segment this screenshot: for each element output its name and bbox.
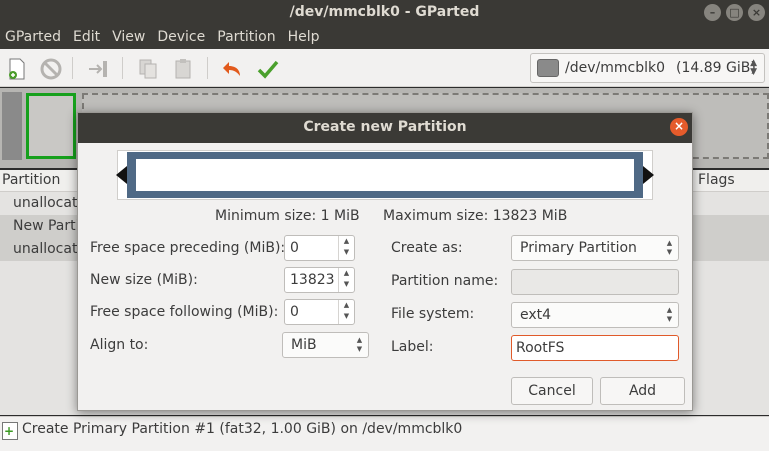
status-text: Create Primary Partition #1 (fat32, 1.00… xyxy=(22,421,463,437)
toolbar-separator xyxy=(122,57,123,79)
free-preceding-value: 0 xyxy=(290,240,299,256)
spinner-arrows-icon[interactable]: ▲ ▼ xyxy=(338,236,354,260)
align-to-value: MiB xyxy=(291,337,317,353)
window-titlebar: /dev/mmcblk0 - GParted – □ × xyxy=(0,0,769,26)
column-partition[interactable]: Partition xyxy=(2,172,60,188)
device-size: (14.89 GiB) xyxy=(676,60,756,76)
updown-arrows-icon: ▲ ▼ xyxy=(356,336,363,353)
pending-operation-icon xyxy=(2,422,18,440)
updown-arrows-icon: ▲ ▼ xyxy=(666,239,673,256)
create-as-select[interactable]: Primary Partition ▲ ▼ xyxy=(511,235,679,261)
minimize-button[interactable]: – xyxy=(704,4,721,21)
partition-size-bar[interactable] xyxy=(127,152,643,198)
file-system-value: ext4 xyxy=(520,307,552,323)
menubar: GParted Edit View Device Partition Help xyxy=(0,26,769,49)
apply-icon[interactable] xyxy=(256,57,280,81)
harddisk-icon xyxy=(537,59,559,77)
updown-arrows-icon: ▲ ▼ xyxy=(666,306,673,323)
new-size-value: 13823 xyxy=(290,272,335,288)
statusbar: Create Primary Partition #1 (fat32, 1.00… xyxy=(0,416,769,451)
label-field-label: Label: xyxy=(391,339,434,355)
menu-gparted[interactable]: GParted xyxy=(0,26,68,49)
label-value: RootFS xyxy=(516,340,565,356)
disk-segment[interactable] xyxy=(2,92,22,160)
label-field[interactable]: RootFS xyxy=(511,335,679,361)
menu-help[interactable]: Help xyxy=(283,26,327,49)
align-to-label: Align to: xyxy=(90,337,149,353)
dialog-titlebar: Create new Partition × xyxy=(78,113,692,143)
partition-resizer[interactable] xyxy=(116,150,654,200)
minimum-size-label: Minimum size: 1 MiB xyxy=(215,208,360,224)
free-preceding-label: Free space preceding (MiB): xyxy=(90,240,286,256)
window-title: /dev/mmcblk0 - GParted xyxy=(289,4,480,20)
undo-icon[interactable] xyxy=(220,57,244,81)
new-partition-segment[interactable] xyxy=(26,93,76,159)
dialog-close-icon[interactable]: × xyxy=(670,118,688,136)
create-as-label: Create as: xyxy=(391,240,463,256)
menu-partition[interactable]: Partition xyxy=(212,26,282,49)
partition-used-area xyxy=(136,159,634,191)
device-path: /dev/mmcblk0 xyxy=(565,60,665,76)
toolbar: /dev/mmcblk0 (14.89 GiB) ▲ ▼ xyxy=(0,49,769,87)
paste-icon[interactable] xyxy=(171,57,195,81)
cancel-button[interactable]: Cancel xyxy=(511,377,593,405)
menu-edit[interactable]: Edit xyxy=(68,26,107,49)
partition-name-field[interactable] xyxy=(511,269,679,295)
file-system-label: File system: xyxy=(391,306,475,322)
align-to-select[interactable]: MiB ▲ ▼ xyxy=(282,332,369,358)
dialog-title: Create new Partition xyxy=(303,119,467,135)
resize-move-icon[interactable] xyxy=(86,57,110,81)
close-button[interactable]: × xyxy=(748,4,765,21)
free-preceding-spinner[interactable]: 0 ▲ ▼ xyxy=(284,235,355,261)
create-as-value: Primary Partition xyxy=(520,240,637,256)
device-selector[interactable]: /dev/mmcblk0 (14.89 GiB) ▲ ▼ xyxy=(530,53,765,83)
maximum-size-label: Maximum size: 13823 MiB xyxy=(383,208,568,224)
free-following-value: 0 xyxy=(290,304,299,320)
resize-left-handle-icon[interactable] xyxy=(116,166,127,184)
column-flags[interactable]: Flags xyxy=(698,172,735,188)
toolbar-separator xyxy=(72,57,73,79)
toolbar-separator xyxy=(207,57,208,79)
maximize-button[interactable]: □ xyxy=(726,4,743,21)
updown-arrows-icon: ▲ ▼ xyxy=(750,58,757,77)
free-following-spinner[interactable]: 0 ▲ ▼ xyxy=(284,299,355,325)
add-button[interactable]: Add xyxy=(600,377,685,405)
new-size-spinner[interactable]: 13823 ▲ ▼ xyxy=(284,267,355,293)
delete-icon[interactable] xyxy=(39,57,63,81)
spinner-arrows-icon[interactable]: ▲ ▼ xyxy=(338,268,354,292)
file-system-select[interactable]: ext4 ▲ ▼ xyxy=(511,302,679,328)
resize-right-handle-icon[interactable] xyxy=(643,166,654,184)
create-partition-dialog: Create new Partition × Minimum size: 1 M… xyxy=(77,112,693,411)
spinner-arrows-icon[interactable]: ▲ ▼ xyxy=(338,300,354,324)
menu-view[interactable]: View xyxy=(107,26,152,49)
new-size-label: New size (MiB): xyxy=(90,272,198,288)
menu-device[interactable]: Device xyxy=(152,26,212,49)
new-partition-icon[interactable] xyxy=(5,57,29,81)
partition-name-label: Partition name: xyxy=(391,273,499,289)
copy-icon[interactable] xyxy=(136,57,160,81)
free-following-label: Free space following (MiB): xyxy=(90,304,279,320)
